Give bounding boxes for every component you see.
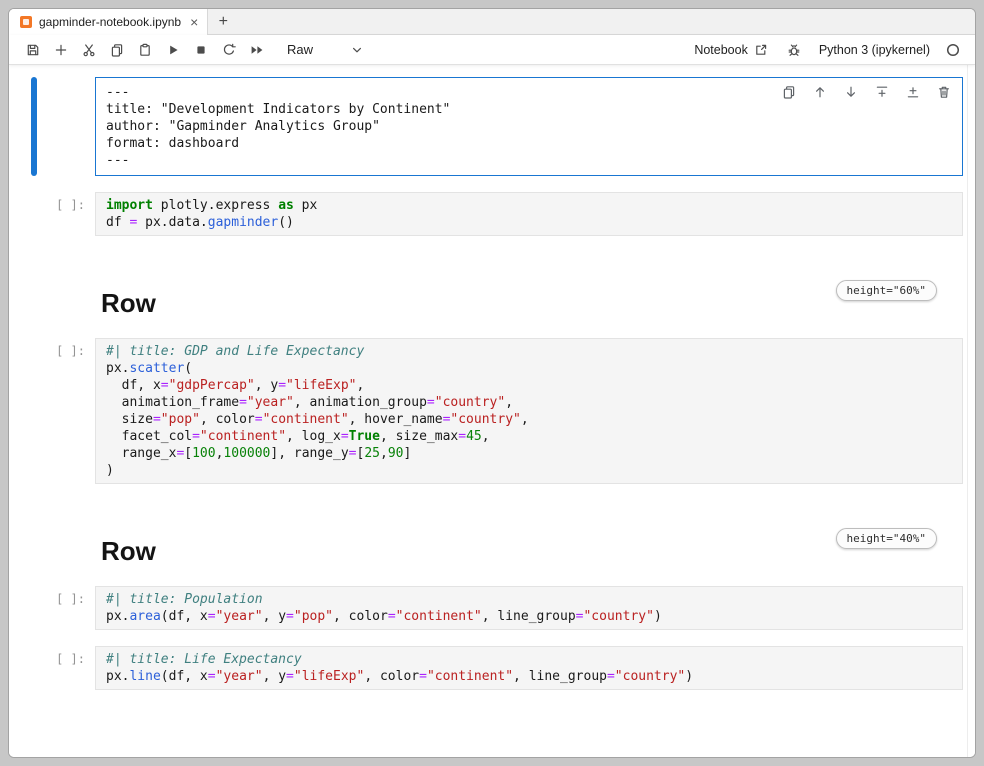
cell-editor[interactable]: #| title: GDP and Life Expectancypx.scat… (95, 338, 963, 484)
kernel-name[interactable]: Python 3 (ipykernel) (819, 43, 930, 57)
code-line: #| title: Population (106, 591, 952, 608)
notebook-cell-raw[interactable]: --- title: "Development Indicators by Con… (31, 77, 963, 176)
cell-editor[interactable]: #| title: Life Expectancypx.line(df, x="… (95, 646, 963, 690)
paste-button[interactable] (131, 37, 159, 63)
toolbar-buttons (19, 37, 271, 63)
tab-close-icon[interactable]: × (190, 15, 198, 29)
stop-icon (193, 42, 209, 58)
insert-below-icon[interactable] (905, 84, 921, 100)
cell-prompt: [ ]: (37, 646, 95, 690)
cell-content: height="40%"Row (95, 538, 963, 564)
cell-editor[interactable]: #| title: Populationpx.area(df, x="year"… (95, 586, 963, 630)
run-icon (165, 42, 181, 58)
cell-type-value: Raw (287, 42, 313, 57)
cell-toolbar (781, 84, 952, 100)
cut-icon (81, 42, 97, 58)
notebook-mode-button[interactable]: Notebook (694, 42, 769, 58)
jupyterlab-window: gapminder-notebook.ipynb × + Raw Noteboo… (8, 8, 976, 758)
cell-editor[interactable]: --- title: "Development Indicators by Con… (95, 77, 963, 176)
duplicate-icon[interactable] (781, 84, 797, 100)
move-up-icon[interactable] (812, 84, 828, 100)
code-line: px.line(df, x="year", y="lifeExp", color… (106, 668, 952, 685)
insert-above-icon[interactable] (874, 84, 890, 100)
restart-button[interactable] (215, 37, 243, 63)
cell-prompt: [ ]: (37, 586, 95, 630)
code-line: #| title: GDP and Life Expectancy (106, 343, 952, 360)
fast-forward-button[interactable] (243, 37, 271, 63)
cell-type-dropdown[interactable]: Raw (287, 42, 365, 58)
tab-title: gapminder-notebook.ipynb (39, 15, 181, 29)
code-line: format: dashboard (106, 135, 952, 152)
kernel-status-icon (945, 42, 961, 58)
cell-content: #| title: Life Expectancypx.line(df, x="… (95, 646, 963, 690)
tab-bar: gapminder-notebook.ipynb × + (9, 9, 975, 35)
cell-editor[interactable]: import plotly.express as pxdf = px.data.… (95, 192, 963, 236)
new-tab-button[interactable]: + (208, 9, 238, 34)
cell-prompt: [ ]: (37, 338, 95, 484)
save-button[interactable] (19, 37, 47, 63)
notebook-cell-markdown[interactable]: height="40%"Row (31, 500, 963, 570)
code-line: facet_col="continent", log_x=True, size_… (106, 428, 952, 445)
cell-content: #| title: Populationpx.area(df, x="year"… (95, 586, 963, 630)
fast-forward-icon (249, 42, 265, 58)
code-line: df = px.data.gapminder() (106, 214, 952, 231)
code-line: df, x="gdpPercap", y="lifeExp", (106, 377, 952, 394)
code-line: range_x=[100,100000], range_y=[25,90] (106, 445, 952, 462)
code-line: author: "Gapminder Analytics Group" (106, 118, 952, 135)
code-line: animation_frame="year", animation_group=… (106, 394, 952, 411)
notebook-area: --- title: "Development Indicators by Con… (9, 65, 975, 757)
cell-content: import plotly.express as pxdf = px.data.… (95, 192, 963, 236)
copy-button[interactable] (103, 37, 131, 63)
toolbar-right: Notebook Python 3 (ipykernel) (694, 37, 965, 63)
stop-button[interactable] (187, 37, 215, 63)
add-icon (53, 42, 69, 58)
tab-notebook[interactable]: gapminder-notebook.ipynb × (9, 9, 208, 35)
cell-content: height="60%"Row (95, 290, 963, 316)
code-line: px.scatter( (106, 360, 952, 377)
add-button[interactable] (47, 37, 75, 63)
code-line: --- (106, 152, 952, 169)
notebook-mode-label: Notebook (694, 43, 748, 57)
markdown-heading: Row (101, 290, 963, 316)
debugger-bug-icon[interactable] (784, 37, 804, 63)
cell-content: #| title: GDP and Life Expectancypx.scat… (95, 338, 963, 484)
cell-content: --- title: "Development Indicators by Con… (95, 77, 963, 176)
cell-prompt (37, 538, 95, 564)
code-line: px.area(df, x="year", y="pop", color="co… (106, 608, 952, 625)
delete-icon[interactable] (936, 84, 952, 100)
restart-icon (221, 42, 237, 58)
notebook-cell-code[interactable]: [ ]:#| title: GDP and Life Expectancypx.… (31, 338, 963, 484)
code-line: #| title: Life Expectancy (106, 651, 952, 668)
external-link-icon (753, 42, 769, 58)
height-badge: height="40%" (836, 528, 937, 549)
notebook-file-icon (20, 16, 32, 28)
code-line: title: "Development Indicators by Contin… (106, 101, 952, 118)
code-line: import plotly.express as px (106, 197, 952, 214)
copy-icon (109, 42, 125, 58)
chevron-down-icon (349, 42, 365, 58)
paste-icon (137, 42, 153, 58)
cell-prompt (37, 77, 95, 176)
save-icon (25, 42, 41, 58)
code-line: size="pop", color="continent", hover_nam… (106, 411, 952, 428)
notebook-cell-code[interactable]: [ ]:import plotly.express as pxdf = px.d… (31, 192, 963, 236)
height-badge: height="60%" (836, 280, 937, 301)
cell-prompt (37, 290, 95, 316)
markdown-heading: Row (101, 538, 963, 564)
move-down-icon[interactable] (843, 84, 859, 100)
code-line: ) (106, 462, 952, 479)
notebook-cell-markdown[interactable]: height="60%"Row (31, 252, 963, 322)
run-button[interactable] (159, 37, 187, 63)
notebook-cell-code[interactable]: [ ]:#| title: Life Expectancypx.line(df,… (31, 646, 963, 690)
notebook-cell-code[interactable]: [ ]:#| title: Populationpx.area(df, x="y… (31, 586, 963, 630)
cell-prompt: [ ]: (37, 192, 95, 236)
notebook-toolbar: Raw Notebook Python 3 (ipykernel) (9, 35, 975, 65)
cut-button[interactable] (75, 37, 103, 63)
